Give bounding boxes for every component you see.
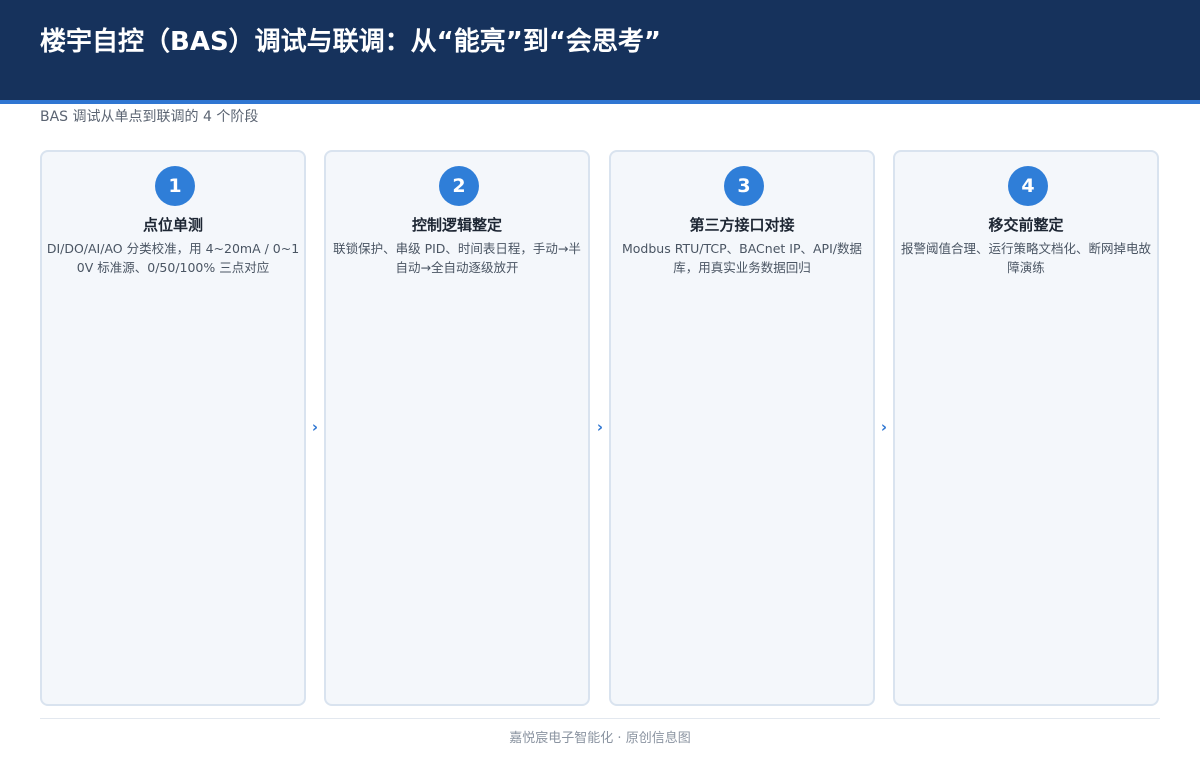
header-accent-line (0, 100, 1200, 104)
stage-description: 报警阈值合理、运行策略文档化、断网掉电故障演练 (900, 241, 1151, 275)
chevron-right-icon: › (311, 418, 319, 436)
stage-description: DI/DO/AI/AO 分类校准，用 4~20mA / 0~10V 标准源、0/… (46, 241, 300, 275)
page-subtitle: BAS 调试从单点到联调的 4 个阶段 (40, 109, 259, 125)
stage-card-2: 2 控制逻辑整定 联锁保护、串级 PID、时间表日程，手动→半自动→全自动逐级放… (324, 150, 590, 706)
stage-title: 控制逻辑整定 (411, 216, 502, 234)
stage-title: 第三方接口对接 (689, 216, 795, 234)
footer-divider (40, 718, 1160, 719)
stage-flow: 1 点位单测 DI/DO/AI/AO 分类校准，用 4~20mA / 0~10V… (40, 150, 1160, 706)
stage-card-1: 1 点位单测 DI/DO/AI/AO 分类校准，用 4~20mA / 0~10V… (40, 150, 306, 706)
stage-title: 点位单测 (142, 216, 203, 234)
stage-card-3: 3 第三方接口对接 Modbus RTU/TCP、BACnet IP、API/数… (609, 150, 875, 706)
chevron-right-icon: › (596, 418, 604, 436)
footer-credit: 嘉悦宸电子智能化 · 原创信息图 (509, 731, 691, 746)
stage-description: 联锁保护、串级 PID、时间表日程，手动→半自动→全自动逐级放开 (333, 241, 581, 275)
stage-description: Modbus RTU/TCP、BACnet IP、API/数据库，用真实业务数据… (622, 241, 862, 275)
stage-card-4: 4 移交前整定 报警阈值合理、运行策略文档化、断网掉电故障演练 (893, 150, 1159, 706)
stage-number-badge: 1 (155, 166, 195, 206)
page-title: 楼宇自控（BAS）调试与联调：从“能亮”到“会思考” (40, 27, 662, 57)
stage-number-badge: 4 (1008, 166, 1048, 206)
stage-number-badge: 2 (439, 166, 479, 206)
stage-number-badge: 3 (724, 166, 764, 206)
stage-title: 移交前整定 (988, 216, 1064, 234)
chevron-right-icon: › (880, 418, 888, 436)
